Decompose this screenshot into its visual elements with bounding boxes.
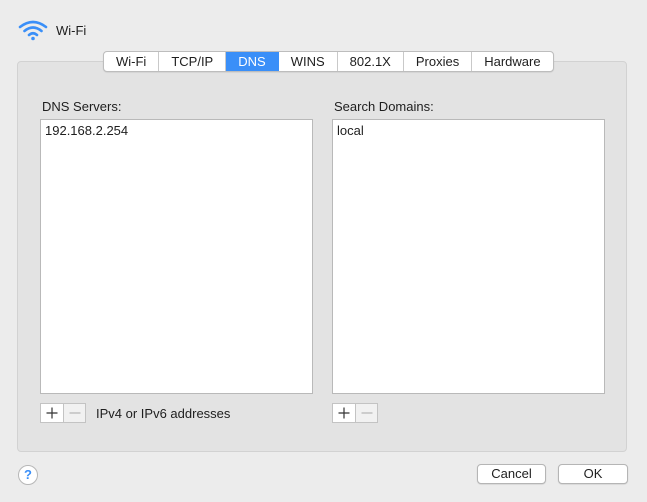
tab-hardware[interactable]: Hardware bbox=[472, 52, 552, 71]
dns-servers-hint: IPv4 or IPv6 addresses bbox=[96, 406, 231, 421]
window-header: Wi-Fi bbox=[18, 16, 86, 44]
dns-servers-add-remove bbox=[40, 403, 86, 423]
cancel-button[interactable]: Cancel bbox=[477, 464, 546, 484]
help-button[interactable]: ? bbox=[18, 465, 38, 485]
tab-wins[interactable]: WINS bbox=[279, 52, 338, 71]
search-domains-add-remove bbox=[332, 403, 378, 423]
tab-dns[interactable]: DNS bbox=[226, 52, 279, 71]
plus-icon bbox=[46, 407, 58, 419]
tab-wifi[interactable]: Wi-Fi bbox=[104, 52, 160, 71]
add-search-domain-button[interactable] bbox=[333, 404, 355, 422]
minus-icon bbox=[361, 412, 373, 414]
tab-bar: Wi-Fi TCP/IP DNS WINS 802.1X Proxies Har… bbox=[103, 51, 554, 72]
tab-8021x[interactable]: 802.1X bbox=[338, 52, 404, 71]
wifi-icon bbox=[18, 20, 48, 41]
window-title: Wi-Fi bbox=[56, 22, 87, 38]
tab-tcpip[interactable]: TCP/IP bbox=[159, 52, 227, 71]
minus-icon bbox=[69, 412, 81, 414]
dns-servers-list[interactable]: 192.168.2.254 bbox=[40, 119, 313, 394]
add-dns-server-button[interactable] bbox=[41, 404, 63, 422]
search-domains-list[interactable]: local bbox=[332, 119, 605, 394]
list-item[interactable]: local bbox=[337, 123, 364, 138]
dns-servers-label: DNS Servers: bbox=[42, 99, 122, 114]
search-domains-label: Search Domains: bbox=[334, 99, 434, 114]
remove-search-domain-button[interactable] bbox=[355, 404, 377, 422]
list-item[interactable]: 192.168.2.254 bbox=[45, 123, 128, 138]
ok-button[interactable]: OK bbox=[558, 464, 628, 484]
plus-icon bbox=[338, 407, 350, 419]
tab-proxies[interactable]: Proxies bbox=[404, 52, 473, 71]
remove-dns-server-button[interactable] bbox=[63, 404, 85, 422]
